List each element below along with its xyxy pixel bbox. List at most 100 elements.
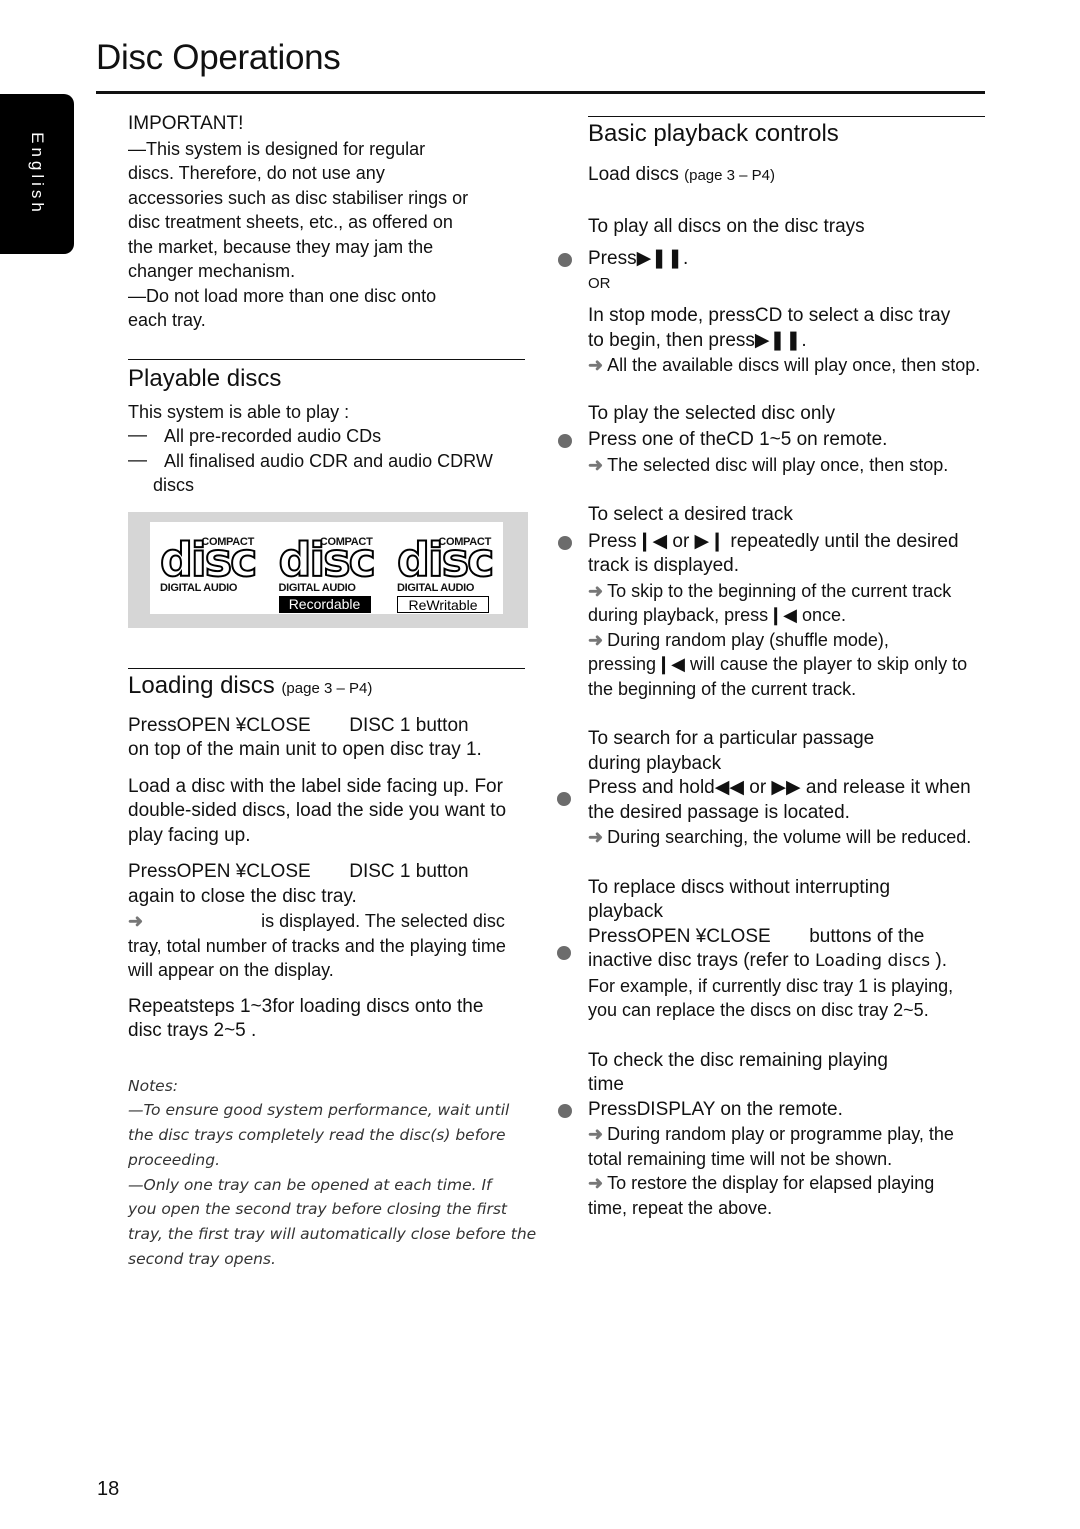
loading-step-4: Repeatsteps 1~3for loading discs onto th…: [128, 995, 558, 1044]
loading-discs-page-ref: (page 3 – P4): [281, 679, 373, 697]
step-text: track is displayed.: [588, 555, 740, 576]
step-text: DISC 1 button: [349, 861, 469, 882]
important-line: —Do not load more than one disc onto: [128, 285, 437, 306]
step-text: disc trays 2~5 .: [128, 1020, 257, 1041]
important-line: the market, because they may jam the: [128, 236, 434, 257]
playable-item: — All finalised audio CDR and audio CDRW: [128, 449, 558, 474]
step-note: For example, if currently disc tray 1 is…: [588, 975, 954, 996]
step-text: again to close the disc tray.: [128, 885, 357, 907]
subsection-title: during playback: [588, 752, 722, 774]
step-note: To restore the display for elapsed playi…: [607, 1173, 935, 1193]
subsection-title: playback: [588, 901, 663, 922]
logo-disc-word: disc: [396, 532, 495, 587]
or-label: OR: [588, 274, 611, 292]
logo-digital-audio-text: DIGITAL AUDIO: [397, 581, 475, 594]
step-text: inactive disc trays (refer to: [588, 950, 810, 971]
loading-discs-reference: Loading discs: [815, 951, 931, 971]
step-text: Load a disc with the label side facing u…: [128, 775, 503, 797]
step: Press▶❚❚.: [558, 247, 1038, 272]
step-note: will appear on the display.: [128, 960, 334, 980]
cd-rw-logo: COMPACT disc DIGITAL AUDIO ReWritable: [395, 522, 495, 614]
note-line: —Only one tray can be opened at each tim…: [128, 1175, 492, 1194]
important-line: changer mechanism.: [128, 261, 296, 281]
logo-disc-word: disc: [277, 532, 376, 587]
step-note: To skip to the beginning of the current …: [607, 580, 952, 601]
step-text: Press❙◀ or ▶❙ repeatedly until the desir…: [588, 530, 959, 552]
step-text: to begin, then press▶❚❚.: [588, 329, 807, 351]
step-text: PressOPEN ¥CLOSE: [588, 925, 771, 947]
subsection-title: To search for a particular passage: [588, 728, 875, 749]
subsection-title: To play all discs on the disc trays: [588, 215, 865, 237]
playable-item-text: All finalised audio CDR and audio CDRW: [164, 450, 493, 471]
playable-item: — All pre-recorded audio CDs: [128, 424, 558, 449]
important-line: discs. Therefore, do not use any: [128, 163, 385, 183]
bullet-icon: [558, 253, 572, 267]
subsection-title: To select a desired track: [588, 504, 793, 525]
page-title: Disc Operations: [96, 38, 341, 77]
playable-item-text: discs: [153, 475, 195, 495]
basic-playback-heading: Basic playback controls: [588, 120, 839, 147]
loading-step-2: Load a disc with the label side facing u…: [128, 775, 558, 849]
step-text: double-sided discs, load the side you wa…: [128, 800, 507, 821]
page-number: 18: [97, 1478, 120, 1500]
recordable-badge: Recordable: [278, 595, 371, 613]
step-text: play facing up.: [128, 824, 251, 846]
note-line: you open the second tray before closing …: [128, 1200, 507, 1219]
dash-marker: —: [128, 449, 147, 471]
select-track-section: To select a desired track Press❙◀ or ▶❙ …: [558, 503, 1038, 701]
load-discs-page-ref: (page 3 – P4): [684, 167, 776, 184]
bullet-icon: [558, 434, 572, 448]
replace-section: To replace discs without interrupting pl…: [588, 876, 1038, 1023]
step-note: time, repeat the above.: [588, 1197, 773, 1218]
arrow-icon: ➜: [588, 629, 604, 650]
step-text: buttons of the: [809, 925, 925, 947]
search-section: To search for a particular passage durin…: [588, 727, 1038, 850]
notes-heading: Notes:: [128, 1076, 178, 1095]
rewritable-badge: ReWritable: [397, 595, 489, 613]
logo-digital-audio-text: DIGITAL AUDIO: [278, 581, 356, 594]
note-line: proceeding.: [128, 1150, 221, 1169]
logo-digital-audio-text: DIGITAL AUDIO: [160, 581, 238, 594]
section-divider: [128, 667, 525, 669]
loading-discs-heading: Loading discs (page 3 – P4): [128, 671, 558, 704]
arrow-icon: ➜: [588, 1173, 604, 1193]
disc-logos-panel: COMPACT disc DIGITAL AUDIO COMPACT disc …: [128, 511, 528, 628]
step: Press and hold◀◀ or ▶▶ and release it wh…: [588, 776, 1038, 825]
step-text: In stop mode, pressCD to select a disc t…: [588, 305, 951, 326]
play-selected-section: To play the selected disc only Press one…: [558, 402, 1038, 478]
bullet-icon: [558, 535, 572, 550]
important-line: accessories such as disc stabiliser ring…: [128, 187, 469, 208]
important-line: disc treatment sheets, etc., as offered …: [128, 212, 453, 232]
arrow-icon: ➜: [588, 355, 604, 375]
loading-step-1: PressOPEN ¥CLOSE DISC 1 button on top of…: [128, 714, 558, 763]
step-note: total remaining time will not be shown.: [588, 1148, 893, 1169]
arrow-icon: ➜: [588, 454, 604, 475]
step-text: Press one of theCD 1~5 on remote.: [588, 429, 888, 450]
bullet-icon: [557, 792, 571, 806]
note-line: tray, the first tray will automatically …: [128, 1225, 537, 1244]
step-note: During random play (shuffle mode),: [607, 629, 889, 650]
left-column: IMPORTANT! —This system is designed for …: [128, 112, 558, 1272]
step-text: ).: [935, 950, 947, 971]
step-text: PressOPEN ¥CLOSE: [128, 861, 311, 882]
step: PressDISPLAY on the remote.: [558, 1098, 1038, 1123]
section-divider: [128, 358, 525, 360]
arrow-icon: ➜: [128, 911, 144, 931]
subsection-title: To check the disc remaining playing: [588, 1049, 888, 1071]
language-tab: English: [0, 94, 74, 254]
step-note: tray, total number of tracks and the pla…: [128, 935, 506, 956]
important-line: —This system is designed for regular: [128, 138, 426, 159]
step: Press❙◀ or ▶❙ repeatedly until the desir…: [558, 530, 1038, 579]
important-heading: IMPORTANT!: [128, 113, 244, 134]
subsection-title: time: [588, 1074, 624, 1095]
step-text: the desired passage is located.: [588, 801, 850, 823]
step: Press one of theCD 1~5 on remote.: [558, 428, 1038, 453]
load-discs-label: Load discs: [588, 164, 679, 185]
step-note: pressing❙◀ will cause the player to skip…: [588, 654, 968, 674]
bullet-icon: [558, 1103, 572, 1118]
cd-r-logo: COMPACT disc DIGITAL AUDIO Recordable: [277, 522, 377, 614]
important-notice: IMPORTANT! —This system is designed for …: [128, 112, 558, 333]
playable-discs-section: Playable discs This system is able to pl…: [128, 358, 558, 628]
step-note: The selected disc will play once, then s…: [607, 454, 949, 475]
step-text: PressOPEN ¥CLOSE: [128, 714, 311, 736]
